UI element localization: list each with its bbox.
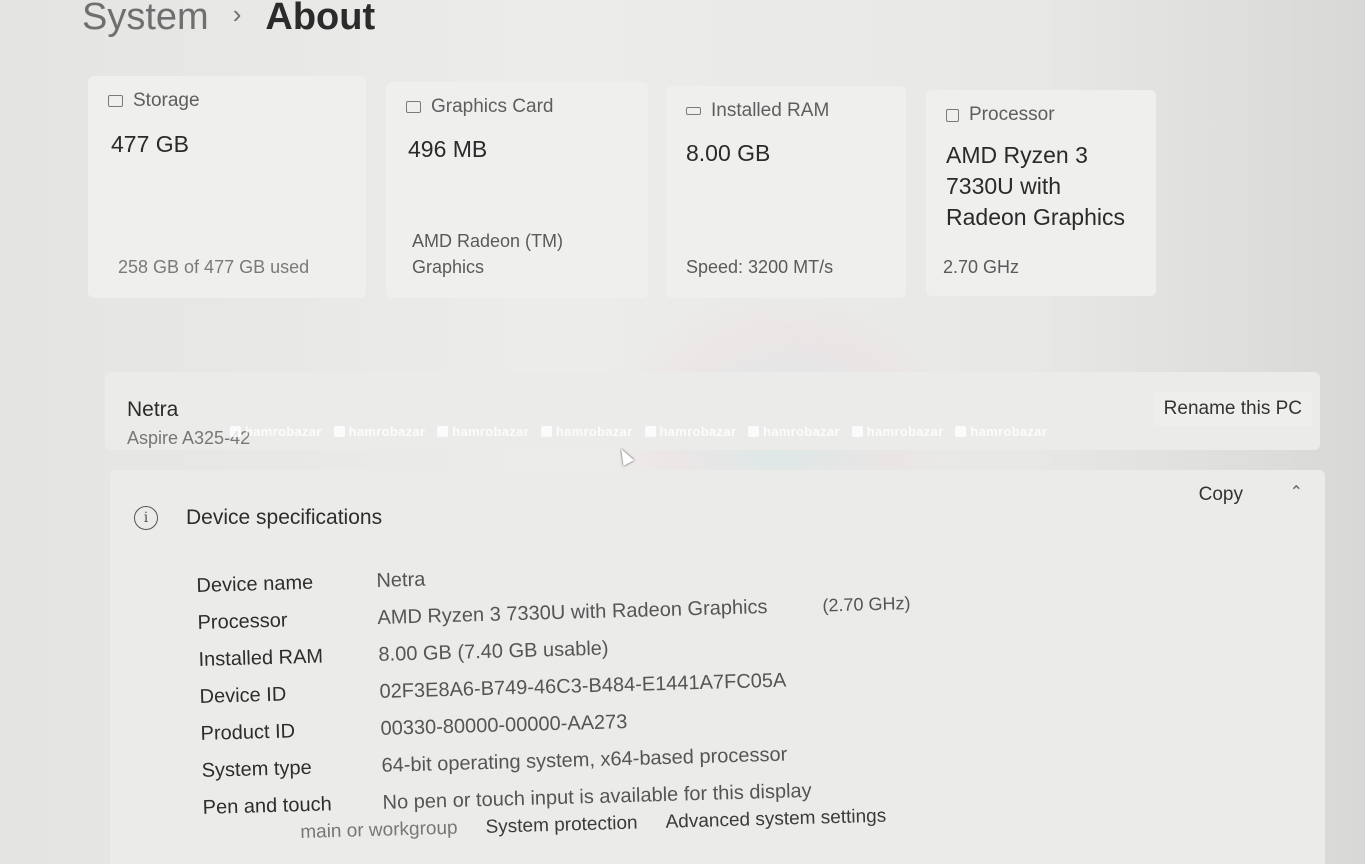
spec-value: 02F3E8A6-B749-46C3-B484-E1441A7FC05A (379, 669, 787, 703)
ram-card-title: Installed RAM (711, 100, 830, 121)
graphics-card-name: AMD Radeon (TM) Graphics (412, 231, 564, 277)
watermark: hamrobazar hamrobazar hamrobazar hamroba… (230, 424, 1055, 439)
ram-card-header: Installed RAM (686, 100, 829, 122)
spec-value-extra: (2.70 GHz) (822, 593, 911, 616)
spec-value: 64-bit operating system, x64-based proce… (381, 743, 788, 777)
spec-label: Processor (197, 609, 288, 634)
spec-label: Pen and touch (202, 793, 332, 819)
ram-speed: Speed: 3200 MT/s (686, 257, 834, 277)
domain-or-workgroup-link[interactable]: main or workgroup (300, 818, 458, 844)
pc-name: Netra (127, 398, 179, 421)
processor-speed: 2.70 GHz (943, 257, 1020, 277)
processor-card[interactable]: Processor AMD Ryzen 3 7330U with Radeon … (926, 90, 1156, 296)
spec-value: 8.00 GB (7.40 GB usable) (378, 637, 609, 666)
storage-card-title: Storage (133, 90, 200, 111)
device-specifications-panel: i Device specifications Copy ⌃ Device na… (110, 470, 1325, 864)
system-protection-link[interactable]: System protection (485, 813, 638, 839)
spec-label: Device name (196, 571, 314, 597)
watermark-item: hamrobazar (955, 424, 1047, 439)
copy-button[interactable]: Copy (1187, 480, 1255, 510)
ram-value: 8.00 GB (686, 140, 771, 166)
storage-usage: 258 GB of 477 GB used (118, 257, 310, 277)
storage-card[interactable]: Storage 477 GB 258 GB of 477 GB used (88, 76, 366, 298)
spec-label: Product ID (200, 720, 296, 745)
graphics-card-title: Graphics Card (431, 96, 554, 117)
watermark-item: hamrobazar (851, 424, 944, 439)
storage-value: 477 GB (111, 131, 189, 157)
breadcrumb: System › About (82, 0, 375, 39)
spec-label: Installed RAM (198, 645, 324, 671)
storage-icon (108, 95, 123, 107)
chevron-right-icon: › (232, 0, 242, 29)
processor-card-header: Processor (946, 104, 1055, 126)
watermark-item: hamrobazar (437, 424, 529, 439)
graphics-card-card[interactable]: Graphics Card 496 MB AMD Radeon (TM) Gra… (386, 82, 648, 298)
spec-value: Netra (376, 568, 426, 592)
spec-value: AMD Ryzen 3 7330U with Radeon Graphics (377, 596, 768, 629)
page-title: About (265, 0, 376, 38)
watermark-item: hamrobazar (540, 424, 633, 439)
processor-value: AMD Ryzen 3 7330U with Radeon Graphics (946, 142, 1125, 230)
ram-icon (686, 107, 701, 115)
settings-about-page: System › About Storage 477 GB 258 GB of … (0, 0, 1365, 864)
breadcrumb-system[interactable]: System (82, 0, 209, 39)
device-specifications-header[interactable]: i Device specifications (134, 506, 382, 530)
installed-ram-card[interactable]: Installed RAM 8.00 GB Speed: 3200 MT/s (666, 86, 906, 298)
rename-pc-button[interactable]: Rename this PC (1153, 392, 1312, 426)
spec-label: Device ID (199, 683, 287, 708)
watermark-item: hamrobazar (333, 424, 426, 439)
chevron-up-icon[interactable]: ⌃ (1290, 482, 1303, 502)
watermark-item: hamrobazar (230, 424, 322, 439)
spec-label: System type (201, 756, 312, 782)
processor-card-title: Processor (969, 104, 1055, 125)
graphics-memory-value: 496 MB (408, 136, 488, 162)
watermark-item: hamrobazar (748, 424, 840, 439)
spec-value: 00330-80000-00000-AA273 (380, 711, 628, 740)
storage-card-header: Storage (108, 90, 200, 112)
graphics-card-header: Graphics Card (406, 96, 554, 118)
info-icon: i (134, 506, 158, 530)
graphics-card-icon (406, 101, 421, 113)
spec-list: Device name Netra Processor AMD Ryzen 3 … (196, 548, 916, 827)
watermark-item: hamrobazar (644, 424, 737, 439)
device-specifications-title: Device specifications (186, 506, 383, 529)
processor-icon (946, 108, 959, 122)
